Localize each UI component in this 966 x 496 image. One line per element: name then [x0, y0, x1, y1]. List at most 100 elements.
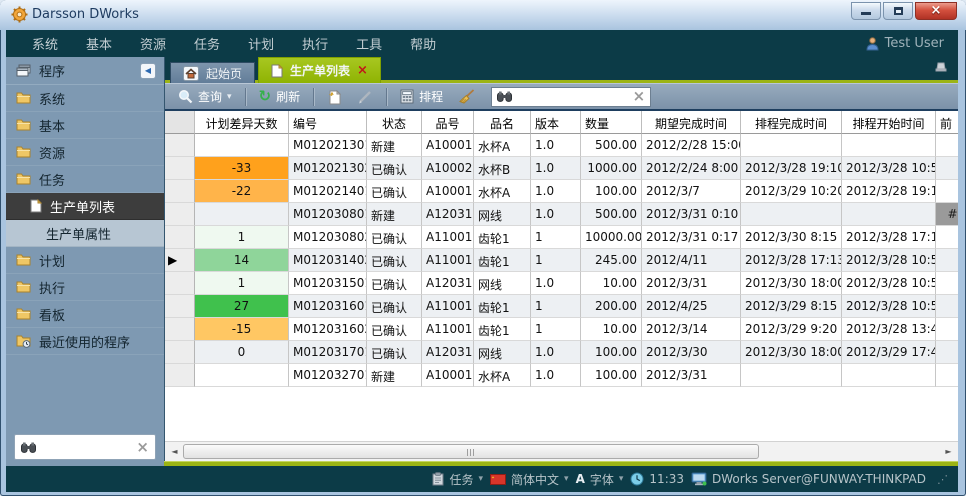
cell-item_no[interactable]: A11001 — [422, 318, 474, 341]
table-row[interactable]: M012032701新建A10001水杯A1.0100.002012/3/31 — [165, 364, 958, 387]
cell-ver[interactable]: 1.0 — [531, 203, 581, 226]
cell-start[interactable] — [842, 203, 936, 226]
menu-item-1[interactable]: 基本 — [72, 30, 126, 57]
cell-due[interactable]: 2012/2/24 8:00 — [642, 157, 741, 180]
column-header-9[interactable]: 排程开始时间 — [842, 111, 936, 134]
cell-qty[interactable]: 200.00 — [581, 295, 642, 318]
column-header-0[interactable]: 计划差异天数 — [195, 111, 289, 134]
cell-qty[interactable]: 10000.00 — [581, 226, 642, 249]
tab-1[interactable]: 生产单列表× — [258, 57, 381, 83]
cell-diff[interactable]: 0 — [195, 341, 289, 364]
cell-item_name[interactable]: 网线 — [474, 341, 531, 364]
cell-due[interactable]: 2012/3/31 — [642, 364, 741, 387]
cell-item_no[interactable]: A10001 — [422, 364, 474, 387]
table-row[interactable]: M012030801新建A12031网线1.0500.002012/3/31 0… — [165, 203, 958, 226]
cell-no[interactable]: M012021401 — [289, 180, 367, 203]
cell-ver[interactable]: 1.0 — [531, 157, 581, 180]
cell-end[interactable]: 2012/3/30 18:00 — [741, 272, 842, 295]
font-dropdown-icon[interactable]: ▾ — [619, 474, 624, 484]
cell-end[interactable]: 2012/3/28 19:10 — [741, 157, 842, 180]
cell-ver[interactable]: 1.0 — [531, 180, 581, 203]
table-row[interactable]: 0M012031701已确认A12031网线1.0100.002012/3/30… — [165, 341, 958, 364]
cell-start[interactable]: 2012/3/28 10:52 — [842, 157, 936, 180]
cell-start[interactable]: 2012/3/29 17:46 — [842, 341, 936, 364]
cell-start[interactable] — [842, 134, 936, 157]
cell-item_no[interactable]: A12031 — [422, 341, 474, 364]
cell-item_no[interactable]: A10001 — [422, 180, 474, 203]
menu-item-6[interactable]: 工具 — [342, 30, 396, 57]
cell-extra[interactable] — [936, 226, 958, 249]
row-selector[interactable] — [165, 157, 195, 180]
cell-diff[interactable]: 27 — [195, 295, 289, 318]
sidebar-item-9[interactable]: 最近使用的程序 — [6, 328, 164, 355]
cell-due[interactable]: 2012/4/11 — [642, 249, 741, 272]
table-row[interactable]: -15M012031602已确认A11001齿轮1110.002012/3/14… — [165, 318, 958, 341]
cell-ver[interactable]: 1.0 — [531, 272, 581, 295]
cell-start[interactable]: 2012/3/28 10:52 — [842, 272, 936, 295]
cell-extra[interactable] — [936, 295, 958, 318]
cell-item_no[interactable]: A12031 — [422, 272, 474, 295]
scrollbar-thumb[interactable] — [183, 444, 759, 459]
cell-diff[interactable] — [195, 203, 289, 226]
cell-start[interactable] — [842, 364, 936, 387]
cell-no[interactable]: M012031402 — [289, 249, 367, 272]
cell-status[interactable]: 已确认 — [367, 180, 422, 203]
cell-item_name[interactable]: 网线 — [474, 203, 531, 226]
cell-end[interactable]: 2012/3/29 10:20 — [741, 180, 842, 203]
sidebar-item-7[interactable]: 执行 — [6, 274, 164, 301]
cell-due[interactable]: 2012/3/31 0:17 — [642, 226, 741, 249]
row-selector[interactable] — [165, 134, 195, 157]
user-indicator[interactable]: Test User — [866, 36, 958, 51]
cell-no[interactable]: M012031601 — [289, 295, 367, 318]
cell-status[interactable]: 新建 — [367, 203, 422, 226]
column-header-4[interactable]: 品名 — [474, 111, 531, 134]
cell-diff[interactable]: 1 — [195, 272, 289, 295]
cell-end[interactable]: 2012/3/29 8:15 — [741, 295, 842, 318]
cell-status[interactable]: 已确认 — [367, 249, 422, 272]
cell-item_name[interactable]: 水杯A — [474, 180, 531, 203]
cell-status[interactable]: 已确认 — [367, 157, 422, 180]
resize-grip[interactable]: ⋰ — [937, 473, 948, 486]
cell-ver[interactable]: 1 — [531, 226, 581, 249]
cell-qty[interactable]: 100.00 — [581, 180, 642, 203]
cell-status[interactable]: 新建 — [367, 134, 422, 157]
sidebar-search-input[interactable] — [36, 440, 136, 454]
cell-qty[interactable]: 500.00 — [581, 203, 642, 226]
cell-qty[interactable]: 10.00 — [581, 318, 642, 341]
cell-start[interactable]: 2012/3/28 10:52 — [842, 249, 936, 272]
column-header-10[interactable]: 前 — [936, 111, 958, 134]
query-dropdown-icon[interactable]: ▾ — [227, 92, 232, 102]
table-row[interactable]: 27M012031601已确认A11001齿轮11200.002012/4/25… — [165, 295, 958, 318]
menu-item-5[interactable]: 执行 — [288, 30, 342, 57]
maximize-button[interactable] — [883, 2, 913, 20]
cell-end[interactable]: 2012/3/28 17:13 — [741, 249, 842, 272]
column-header-6[interactable]: 数量 — [581, 111, 642, 134]
cell-start[interactable]: 2012/3/28 17:13 — [842, 226, 936, 249]
cell-item_no[interactable]: A11001 — [422, 249, 474, 272]
cell-due[interactable]: 2012/4/25 — [642, 295, 741, 318]
cell-extra[interactable] — [936, 341, 958, 364]
cell-end[interactable] — [741, 364, 842, 387]
cell-end[interactable]: 2012/3/30 18:00 — [741, 341, 842, 364]
sidebar-collapse-button[interactable]: ◀ — [140, 63, 156, 79]
cell-ver[interactable]: 1 — [531, 249, 581, 272]
cell-item_no[interactable]: A12031 — [422, 203, 474, 226]
cell-due[interactable]: 2012/3/31 0:10 — [642, 203, 741, 226]
cell-qty[interactable]: 1000.00 — [581, 157, 642, 180]
cell-start[interactable]: 2012/3/28 13:40 — [842, 318, 936, 341]
cell-due[interactable]: 2012/3/14 — [642, 318, 741, 341]
cell-item_no[interactable]: A11001 — [422, 295, 474, 318]
cell-qty[interactable]: 500.00 — [581, 134, 642, 157]
cell-ver[interactable]: 1.0 — [531, 364, 581, 387]
cell-qty[interactable]: 100.00 — [581, 364, 642, 387]
cell-qty[interactable]: 100.00 — [581, 341, 642, 364]
status-task-menu[interactable]: 任务 ▾ — [432, 471, 483, 488]
cell-diff[interactable]: -33 — [195, 157, 289, 180]
cell-ver[interactable]: 1.0 — [531, 341, 581, 364]
refresh-button[interactable]: ↻ 刷新 — [254, 86, 306, 107]
cell-item_no[interactable]: A11001 — [422, 226, 474, 249]
cell-qty[interactable]: 245.00 — [581, 249, 642, 272]
cell-diff[interactable]: -22 — [195, 180, 289, 203]
cell-status[interactable]: 已确认 — [367, 318, 422, 341]
cell-due[interactable]: 2012/2/28 15:00 — [642, 134, 741, 157]
